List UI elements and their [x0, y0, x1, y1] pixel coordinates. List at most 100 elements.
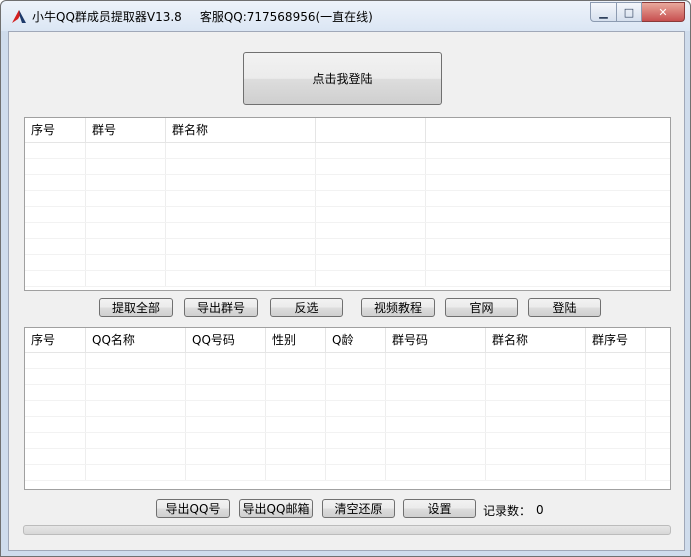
close-button[interactable]: ✕ — [642, 2, 685, 22]
table-cell — [586, 401, 646, 416]
settings-button[interactable]: 设置 — [403, 499, 476, 518]
export-qq-button[interactable]: 导出QQ号 — [156, 499, 230, 518]
table-cell — [266, 465, 326, 480]
col-header-empty-2[interactable] — [426, 118, 670, 142]
table-row — [25, 465, 670, 481]
col-header-qq-age[interactable]: Q龄 — [326, 328, 386, 352]
table-cell — [186, 465, 266, 480]
table-cell — [646, 465, 670, 480]
table-cell — [386, 449, 486, 464]
table-cell — [386, 353, 486, 368]
table-cell — [186, 401, 266, 416]
col-header-index[interactable]: 序号 — [25, 328, 86, 352]
table-cell — [186, 417, 266, 432]
col-header-gender[interactable]: 性别 — [266, 328, 326, 352]
table-cell — [316, 175, 426, 190]
table-cell — [326, 449, 386, 464]
table-cell — [166, 255, 316, 270]
invert-selection-button[interactable]: 反选 — [270, 298, 343, 317]
groups-table-header: 序号 群号 群名称 — [25, 118, 670, 143]
table-cell — [326, 465, 386, 480]
table-cell — [25, 191, 86, 206]
official-site-button[interactable]: 官网 — [445, 298, 518, 317]
col-header-group-number[interactable]: 群号 — [86, 118, 166, 142]
col-header-index[interactable]: 序号 — [25, 118, 86, 142]
table-cell — [486, 369, 586, 384]
table-cell — [25, 239, 86, 254]
service-contact: 客服QQ:717568956(一直在线) — [199, 10, 373, 24]
table-cell — [586, 369, 646, 384]
table-cell — [426, 223, 670, 238]
table-cell — [486, 417, 586, 432]
table-row — [25, 255, 670, 271]
table-cell — [386, 433, 486, 448]
table-cell — [186, 353, 266, 368]
table-row — [25, 207, 670, 223]
table-cell — [166, 159, 316, 174]
table-cell — [326, 433, 386, 448]
clear-reset-button[interactable]: 清空还原 — [322, 499, 395, 518]
table-row — [25, 417, 670, 433]
table-cell — [316, 207, 426, 222]
table-cell — [25, 175, 86, 190]
minimize-button[interactable]: ▁ — [590, 2, 617, 22]
close-icon: ✕ — [658, 5, 668, 19]
table-row — [25, 191, 670, 207]
title-bar[interactable]: 小牛QQ群成员提取器V13.8 客服QQ:717568956(一直在线) ▁ □ … — [1, 1, 690, 31]
export-email-button[interactable]: 导出QQ邮箱 — [239, 499, 313, 518]
col-header-empty[interactable] — [646, 328, 670, 352]
table-cell — [166, 143, 316, 158]
table-cell — [486, 449, 586, 464]
table-cell — [266, 417, 326, 432]
col-header-group-index[interactable]: 群序号 — [586, 328, 646, 352]
table-cell — [386, 385, 486, 400]
table-cell — [186, 449, 266, 464]
table-cell — [25, 385, 86, 400]
table-row — [25, 159, 670, 175]
table-cell — [426, 255, 670, 270]
col-header-group-number[interactable]: 群号码 — [386, 328, 486, 352]
table-cell — [86, 143, 166, 158]
table-cell — [316, 191, 426, 206]
table-cell — [86, 417, 186, 432]
table-cell — [25, 401, 86, 416]
col-header-group-name[interactable]: 群名称 — [486, 328, 586, 352]
table-cell — [25, 143, 86, 158]
table-cell — [166, 271, 316, 286]
members-table[interactable]: 序号 QQ名称 QQ号码 性别 Q龄 群号码 群名称 群序号 — [24, 327, 671, 490]
table-cell — [426, 207, 670, 222]
maximize-icon: □ — [623, 5, 635, 19]
maximize-button[interactable]: □ — [617, 2, 642, 22]
col-header-qq-name[interactable]: QQ名称 — [86, 328, 186, 352]
groups-table[interactable]: 序号 群号 群名称 — [24, 117, 671, 291]
col-header-group-name[interactable]: 群名称 — [166, 118, 316, 142]
video-tutorial-button[interactable]: 视频教程 — [361, 298, 435, 317]
export-groups-button[interactable]: 导出群号 — [184, 298, 258, 317]
window-title: 小牛QQ群成员提取器V13.8 客服QQ:717568956(一直在线) — [32, 8, 373, 25]
col-header-empty-1[interactable] — [316, 118, 426, 142]
table-cell — [166, 223, 316, 238]
table-cell — [426, 271, 670, 286]
table-cell — [166, 191, 316, 206]
table-cell — [25, 271, 86, 286]
table-cell — [86, 401, 186, 416]
table-cell — [86, 433, 186, 448]
table-cell — [586, 433, 646, 448]
table-cell — [166, 239, 316, 254]
table-cell — [266, 449, 326, 464]
table-cell — [486, 385, 586, 400]
table-cell — [486, 353, 586, 368]
login-big-button[interactable]: 点击我登陆 — [243, 52, 442, 105]
table-cell — [426, 159, 670, 174]
table-cell — [316, 255, 426, 270]
table-cell — [486, 465, 586, 480]
table-cell — [426, 143, 670, 158]
extract-all-button[interactable]: 提取全部 — [99, 298, 173, 317]
table-cell — [266, 369, 326, 384]
table-cell — [186, 369, 266, 384]
table-cell — [25, 369, 86, 384]
login-button[interactable]: 登陆 — [528, 298, 601, 317]
table-cell — [86, 353, 186, 368]
table-cell — [586, 385, 646, 400]
col-header-qq-number[interactable]: QQ号码 — [186, 328, 266, 352]
